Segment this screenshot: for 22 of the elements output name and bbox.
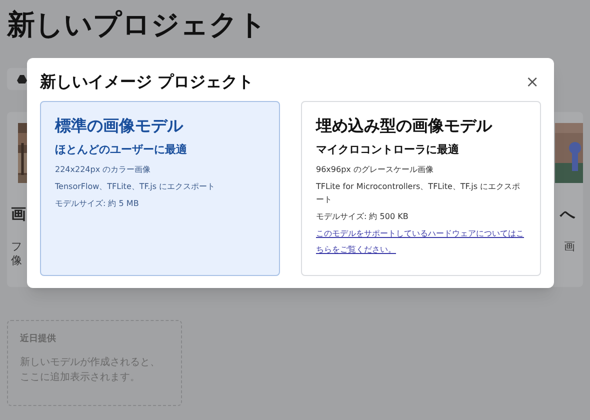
- option-card[interactable]: 標準の画像モデル ほとんどのユーザーに最適 224x224px のカラー画像 TensorFlow、TFLite、TF.js にエクスポート モデルサイズ: 約 5 MB: [40, 101, 280, 276]
- dialog-title: 新しいイメージ プロジェクト: [40, 71, 254, 93]
- coming-soon-text: 新しいモデルが作成されると、ここに追加表示されます。: [20, 356, 161, 384]
- page-title: 新しいプロジェクト: [7, 7, 268, 43]
- option-card[interactable]: 埋め込み型の画像モデル マイクロコントローラに最適 96x96px のグレースケール画像 TFLite for Microcontrollers、TFLite、TF.js にエクスポート モデルサイズ: 約 500 KB このモデルをサポートしているハードウェアについてはこちらをご覧ください。: [301, 101, 541, 276]
- card-description: 画: [564, 240, 575, 254]
- option-detail: TFLite for Microcontrollers、TFLite、TF.js にエクスポート: [316, 180, 522, 206]
- option-detail: モデルサイズ: 約 500 KB: [316, 210, 410, 222]
- card-description: フ 像: [11, 240, 22, 268]
- option-detail: TensorFlow、TFLite、TF.js にエクスポート: [55, 180, 216, 192]
- option-detail: モデルサイズ: 約 5 MB: [55, 198, 140, 210]
- option-detail: 224x224px のカラー画像: [55, 164, 152, 176]
- card-title: 画: [11, 204, 26, 225]
- close-button[interactable]: ×: [526, 74, 539, 90]
- option-title: 埋め込み型の画像モデル: [316, 115, 494, 137]
- card-title: へ: [560, 204, 575, 225]
- option-detail: 96x96px のグレースケール画像: [316, 164, 434, 176]
- option-subtitle: ほとんどのユーザーに最適: [55, 142, 188, 158]
- option-title: 標準の画像モデル: [55, 115, 184, 137]
- hardware-link[interactable]: このモデルをサポートしているハードウェアについてはこちらをご覧ください。: [316, 226, 526, 258]
- option-subtitle: マイクロコントローラに最適: [316, 142, 460, 158]
- coming-soon-heading: 近日提供: [20, 333, 57, 346]
